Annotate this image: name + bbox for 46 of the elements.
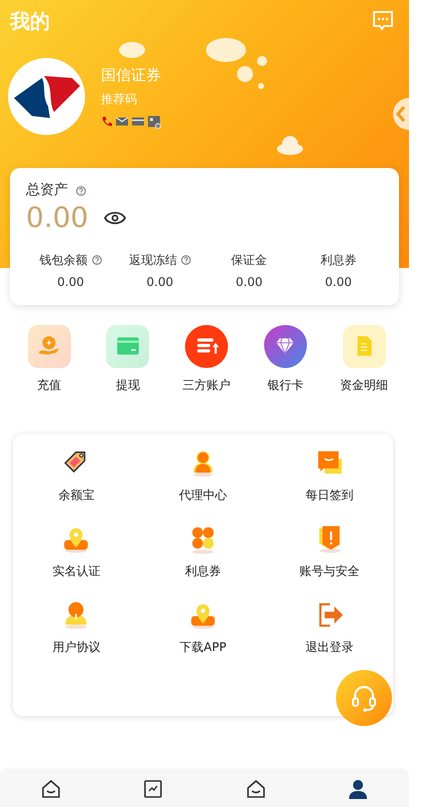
asset-value: 0.00 <box>325 274 352 291</box>
action-label[interactable]: 充值 <box>37 376 61 394</box>
total-assets-label: 总资产 <box>26 181 68 200</box>
wallet-card-icon[interactable] <box>106 324 150 368</box>
menu-label[interactable]: 用户协议 <box>52 638 100 656</box>
page-title: 我的 <box>10 8 50 35</box>
menu-label[interactable]: 每日签到 <box>306 486 354 504</box>
menu-label[interactable]: 下载APP <box>180 638 226 656</box>
asset-label: 返现冻结 <box>128 252 177 269</box>
card-icon <box>132 116 144 128</box>
action-label[interactable]: 三方账户 <box>182 376 230 394</box>
chart-icon[interactable] <box>142 778 164 800</box>
cloud-drawing <box>206 38 268 90</box>
menu-label[interactable]: 账号与安全 <box>300 562 360 580</box>
home-icon[interactable] <box>40 778 62 800</box>
home-icon[interactable] <box>244 778 267 800</box>
document-icon[interactable] <box>342 324 386 368</box>
mail-icon <box>116 116 128 128</box>
menu-label[interactable]: 代理中心 <box>178 486 227 504</box>
menu-label[interactable]: 退出登录 <box>306 638 354 656</box>
help-icon <box>76 186 86 196</box>
menu-label[interactable]: 余额宝 <box>58 486 94 504</box>
person-icon[interactable] <box>346 778 369 800</box>
diamond-icon[interactable] <box>264 324 307 368</box>
menu-label[interactable]: 实名认证 <box>52 562 100 580</box>
action-label[interactable]: 提现 <box>116 376 140 394</box>
asset-value: 0.00 <box>236 274 262 291</box>
eye-icon[interactable] <box>104 210 126 225</box>
phone-icon <box>101 116 112 128</box>
total-assets-value: 0.00 <box>26 201 88 235</box>
menu-label[interactable]: 利息券 <box>184 562 221 580</box>
asset-label: 保证金 <box>231 252 268 269</box>
asset-label: 利息券 <box>320 252 356 269</box>
action-label[interactable]: 资金明细 <box>340 376 388 394</box>
action-label[interactable]: 银行卡 <box>267 376 304 394</box>
cloud-icon <box>276 134 304 156</box>
asset-value: 0.00 <box>146 274 174 291</box>
asset-label: 钱包余额 <box>40 252 88 269</box>
id-card-icon <box>148 116 161 130</box>
company-name: 国信证券 <box>101 64 161 86</box>
cloud-icon <box>119 42 145 58</box>
message-icon[interactable] <box>371 9 395 33</box>
hand-coin-icon[interactable] <box>28 324 70 368</box>
asset-value: 0.00 <box>57 274 84 291</box>
referral-code: 推荐码 <box>101 91 138 108</box>
side-tab-icon[interactable] <box>392 98 409 130</box>
